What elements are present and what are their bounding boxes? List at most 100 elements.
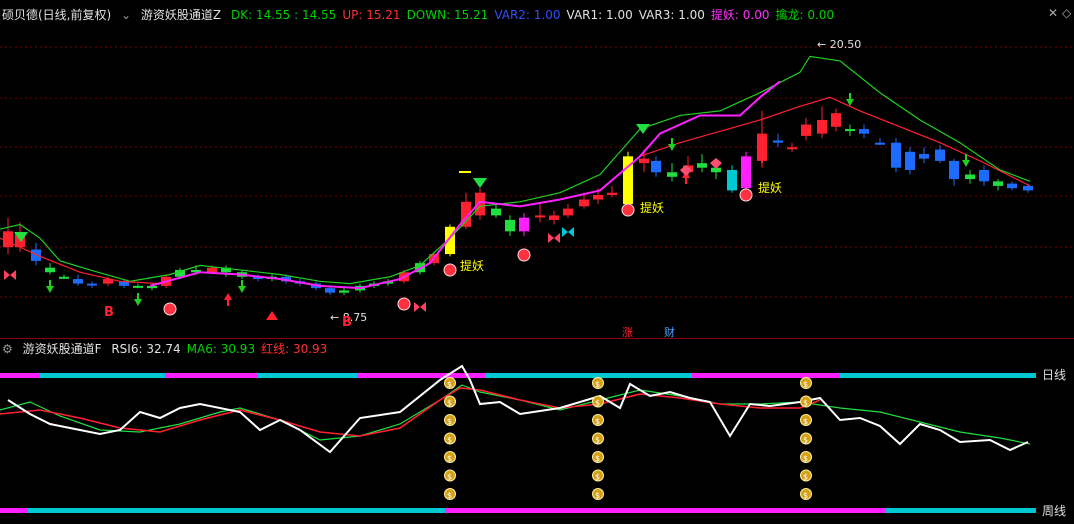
- candle-body: [891, 142, 901, 168]
- candle-body: [727, 169, 737, 191]
- candle-body: [651, 160, 661, 173]
- candle-body: [845, 129, 855, 132]
- daily-band: [165, 373, 258, 378]
- money-bag-glyph: $: [803, 454, 808, 463]
- ma6-line: [0, 384, 1031, 445]
- candle-body: [965, 174, 975, 180]
- weekly-band: [445, 508, 886, 513]
- butterfly-icon: [562, 227, 574, 237]
- candle-body: [639, 158, 649, 164]
- candle-body: [607, 192, 617, 195]
- candle-body: [1023, 185, 1033, 191]
- money-bag-glyph: $: [447, 473, 452, 482]
- arrow-down-icon: [668, 138, 676, 151]
- tiyao-label: 提妖: [758, 180, 782, 195]
- daily-band: [0, 373, 40, 378]
- tiyao-label: 提妖: [640, 200, 664, 215]
- butterfly-icon: [4, 270, 16, 280]
- lower-indicator-title[interactable]: 游资妖股通道F: [23, 342, 102, 356]
- candle-body: [579, 199, 589, 207]
- candle-body: [475, 192, 485, 216]
- coin-icon: [397, 297, 411, 311]
- candle-body: [339, 290, 349, 293]
- money-bag-glyph: $: [595, 380, 600, 389]
- candle-body: [593, 194, 603, 200]
- candle-body: [935, 149, 945, 161]
- candle-body: [505, 219, 515, 232]
- daily-band: [840, 373, 1036, 378]
- candle-body: [787, 147, 797, 150]
- candle-body: [549, 215, 559, 220]
- candle-body: [831, 113, 841, 127]
- price-chart[interactable]: ← 20.50← 8.75提妖提妖提妖BB涨 财日线周线$$$$$$$$$$$$$…: [0, 0, 1074, 524]
- candle-body: [1007, 183, 1017, 189]
- candle-body: [919, 154, 929, 159]
- arrow-down-icon: [46, 280, 54, 293]
- money-bag-glyph: $: [595, 436, 600, 445]
- money-bag-glyph: $: [803, 417, 808, 426]
- daily-band: [486, 373, 692, 378]
- money-bag-glyph: $: [803, 399, 808, 408]
- candle-body: [325, 288, 335, 293]
- candle-body: [87, 283, 97, 286]
- candle-body: [949, 160, 959, 180]
- lower-value-0: RSI6: 32.74: [111, 342, 181, 356]
- candle-body: [3, 231, 13, 248]
- money-bag-glyph: $: [595, 454, 600, 463]
- candle-body: [45, 267, 55, 273]
- lower-indicator-bar: ⚙ 游资妖股通道F RSI6: 32.74 MA6: 30.93 红线: 30.93: [0, 341, 339, 357]
- down-triangle-icon: [636, 124, 650, 134]
- candle-body: [993, 181, 1003, 186]
- money-bag-glyph: $: [595, 399, 600, 408]
- candle-body: [667, 172, 677, 177]
- candle-body: [207, 267, 217, 273]
- coin-icon: [443, 263, 457, 277]
- arrow-down-icon: [846, 93, 854, 106]
- arrow-down-icon: [134, 293, 142, 306]
- money-bag-glyph: $: [595, 491, 600, 500]
- candle-body: [59, 276, 69, 279]
- candle-body: [875, 142, 885, 145]
- arrow-down-icon: [238, 280, 246, 293]
- candle-body: [801, 124, 811, 136]
- money-bag-glyph: $: [447, 436, 452, 445]
- candle-body: [773, 140, 783, 143]
- candle-body: [979, 169, 989, 182]
- panel-divider[interactable]: [0, 338, 1074, 339]
- buy-signal-b: B: [342, 315, 352, 330]
- money-bag-glyph: $: [447, 454, 452, 463]
- candle-body: [31, 249, 41, 261]
- ma-green-line: [0, 55, 1031, 285]
- money-bag-glyph: $: [595, 417, 600, 426]
- candle-body: [859, 129, 869, 134]
- coin-icon: [621, 203, 635, 217]
- daily-band: [40, 373, 165, 378]
- daily-band: [258, 373, 358, 378]
- money-bag-glyph: $: [803, 380, 808, 389]
- weekly-band: [28, 508, 445, 513]
- lower-value-2: 红线: 30.93: [261, 342, 328, 356]
- buy-signal-b: B: [104, 305, 114, 320]
- candle-body: [133, 285, 143, 288]
- coin-icon: [517, 248, 531, 262]
- tiyao-label: 提妖: [460, 258, 484, 273]
- daily-label: 日线: [1042, 368, 1066, 382]
- candle-body: [563, 208, 573, 216]
- ma-magenta-line: [149, 80, 781, 290]
- gem-icon: [710, 158, 722, 169]
- ma-red-line: [0, 96, 1031, 289]
- money-bag-glyph: $: [447, 417, 452, 426]
- candle-body: [535, 215, 545, 218]
- candle-body: [73, 279, 83, 284]
- candle-body: [905, 151, 915, 170]
- weekly-band: [886, 508, 1036, 513]
- up-triangle-icon: [266, 311, 278, 320]
- money-bag-glyph: $: [447, 399, 452, 408]
- butterfly-icon: [414, 302, 426, 312]
- settings-icon[interactable]: ⚙: [2, 342, 13, 356]
- candle-body: [697, 163, 707, 168]
- candle-body: [817, 119, 827, 134]
- red-line: [0, 387, 821, 437]
- weekly-band: [0, 508, 28, 513]
- coin-icon: [739, 188, 753, 202]
